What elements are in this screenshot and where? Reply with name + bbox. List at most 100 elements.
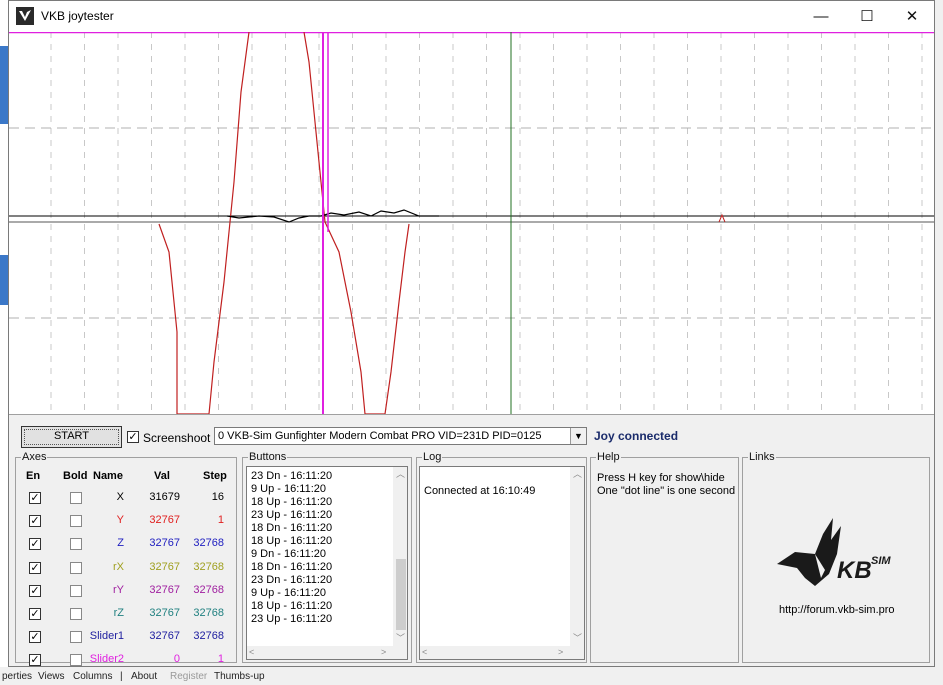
- axis-name: Slider2: [89, 653, 124, 666]
- vkb-sim-logo[interactable]: KB SIM: [775, 514, 905, 594]
- axis-enable-checkbox[interactable]: ✓: [29, 631, 41, 644]
- axis-enable-checkbox[interactable]: ✓: [29, 538, 41, 551]
- y-axis-trace: [303, 32, 410, 414]
- device-select[interactable]: 0 VKB-Sim Gunfighter Modern Combat PRO V…: [214, 427, 587, 445]
- axes-group-title: Axes: [21, 451, 48, 463]
- axis-chart: [9, 32, 934, 414]
- scroll-left-icon[interactable]: <: [249, 647, 254, 657]
- button-event-item[interactable]: 18 Dn - 16:11:20: [251, 561, 332, 573]
- forum-link[interactable]: http://forum.vkb-sim.pro: [779, 604, 895, 616]
- device-select-value: 0 VKB-Sim Gunfighter Modern Combat PRO V…: [218, 430, 542, 442]
- col-header-bold: Bold: [63, 470, 88, 482]
- joytester-window: VKB joytester — ☐ ✕ START ✓ Screenshoot …: [8, 0, 935, 667]
- axis-value: 31679: [149, 491, 180, 503]
- scroll-left-icon[interactable]: <: [422, 647, 427, 657]
- axis-step: 32768: [193, 583, 224, 596]
- axis-enable-checkbox[interactable]: ✓: [29, 608, 41, 620]
- axis-step: 32768: [193, 607, 224, 619]
- col-header-val: Val: [154, 470, 170, 482]
- axis-value: 0: [173, 653, 180, 666]
- axis-name: rZ: [113, 607, 124, 619]
- axis-bold-checkbox[interactable]: [70, 515, 82, 528]
- axis-step: 16: [211, 491, 224, 503]
- svg-text:KB: KB: [837, 557, 872, 584]
- scroll-down-icon[interactable]: ﹀: [393, 631, 407, 644]
- button-event-item[interactable]: 18 Up - 16:11:20: [251, 600, 332, 612]
- button-list-vscroll[interactable]: ︿ ﹀: [393, 467, 407, 646]
- axis-step: 1: [217, 653, 224, 666]
- axis-bold-checkbox[interactable]: [70, 631, 82, 644]
- axis-name: Y: [116, 514, 124, 527]
- scroll-up-icon[interactable]: ︿: [570, 467, 584, 480]
- axis-bold-checkbox[interactable]: [70, 584, 82, 597]
- axis-value: 32767: [149, 583, 180, 596]
- button-event-item[interactable]: 23 Up - 16:11:20: [251, 613, 332, 625]
- svg-text:SIM: SIM: [871, 555, 891, 567]
- axis-enable-checkbox[interactable]: ✓: [29, 492, 41, 504]
- button-event-item[interactable]: 23 Up - 16:11:20: [251, 509, 332, 521]
- buttons-group-title: Buttons: [248, 451, 288, 463]
- scroll-up-icon[interactable]: ︿: [393, 467, 407, 480]
- bg-menu-item: About: [131, 671, 158, 682]
- axis-step: 1: [217, 514, 224, 527]
- axis-bold-checkbox[interactable]: [70, 492, 82, 504]
- axis-name: rX: [113, 560, 124, 573]
- scroll-thumb[interactable]: [396, 559, 406, 630]
- button-event-item[interactable]: 23 Dn - 16:11:20: [251, 470, 332, 482]
- maximize-button[interactable]: ☐: [844, 1, 890, 32]
- axis-step: 32768: [193, 630, 224, 643]
- button-event-item[interactable]: 23 Dn - 16:11:20: [251, 574, 332, 586]
- col-header-step: Step: [203, 470, 227, 482]
- start-button[interactable]: START: [21, 426, 122, 448]
- scroll-right-icon[interactable]: >: [558, 647, 563, 657]
- col-header-en: En: [26, 470, 41, 482]
- axis-enable-checkbox[interactable]: ✓: [29, 654, 41, 667]
- axis-bold-checkbox[interactable]: [70, 561, 82, 574]
- axis-name: X: [116, 491, 124, 503]
- log-line: Connected at 16:10:49: [424, 485, 536, 497]
- scroll-down-icon[interactable]: ﹀: [570, 631, 584, 644]
- axis-enable-checkbox[interactable]: ✓: [29, 561, 41, 574]
- axis-bold-checkbox[interactable]: [70, 654, 82, 667]
- axis-bold-checkbox[interactable]: [70, 538, 82, 551]
- button-event-item[interactable]: 9 Dn - 16:11:20: [251, 548, 326, 560]
- bg-menu-item: Views: [38, 671, 65, 682]
- background-app-strip-right: [934, 0, 943, 685]
- bg-menu-separator: |: [120, 671, 123, 682]
- axes-group: Axes En Bold Name Val Step ✓ X 31679 16 ✓ Y 32…: [15, 451, 237, 667]
- scroll-right-icon[interactable]: >: [381, 647, 386, 657]
- log-vscroll[interactable]: ︿ ﹀: [570, 467, 584, 646]
- connection-status: Joy connected: [594, 429, 679, 443]
- log-hscroll[interactable]: < >: [420, 646, 584, 659]
- y-axis-trace: [158, 32, 250, 414]
- axis-enable-checkbox[interactable]: ✓: [29, 515, 41, 528]
- axis-bold-checkbox[interactable]: [70, 608, 82, 620]
- close-button[interactable]: ✕: [889, 1, 935, 32]
- axis-value: 32767: [149, 514, 180, 527]
- axis-name: rY: [113, 583, 124, 596]
- axis-name: Slider1: [89, 630, 124, 643]
- bg-menu-item: Thumbs-up: [214, 671, 265, 682]
- button-event-item[interactable]: 18 Up - 16:11:20: [251, 535, 332, 547]
- background-app-menu: perties Views Columns | About Register T…: [0, 667, 943, 685]
- help-group-title: Help: [596, 451, 621, 463]
- button-event-item[interactable]: 9 Up - 16:11:20: [251, 587, 326, 599]
- minimize-button[interactable]: —: [798, 1, 844, 32]
- axis-value: 32767: [149, 630, 180, 643]
- axis-name: Z: [117, 537, 124, 550]
- axis-value: 32767: [149, 607, 180, 619]
- axis-step: 32768: [193, 560, 224, 573]
- log-group: Log Connected at 16:10:49 ︿ ﹀ < >: [416, 451, 587, 663]
- log-text-box[interactable]: Connected at 16:10:49 ︿ ﹀ < >: [419, 466, 585, 660]
- button-event-item[interactable]: 18 Dn - 16:11:20: [251, 522, 332, 534]
- button-list-hscroll[interactable]: < >: [247, 646, 407, 659]
- button-event-item[interactable]: 18 Up - 16:11:20: [251, 496, 332, 508]
- help-line: Press H key for show\hide: [597, 472, 725, 484]
- help-line: One "dot line" is one second: [597, 485, 736, 497]
- button-events-list[interactable]: 23 Dn - 16:11:20 9 Up - 16:11:20 18 Up - 1…: [246, 466, 408, 660]
- screenshot-checkbox[interactable]: ✓: [127, 431, 139, 443]
- chevron-down-icon[interactable]: ▼: [570, 428, 586, 444]
- button-event-item[interactable]: 9 Up - 16:11:20: [251, 483, 326, 495]
- axis-enable-checkbox[interactable]: ✓: [29, 584, 41, 597]
- axis-value: 32767: [149, 560, 180, 573]
